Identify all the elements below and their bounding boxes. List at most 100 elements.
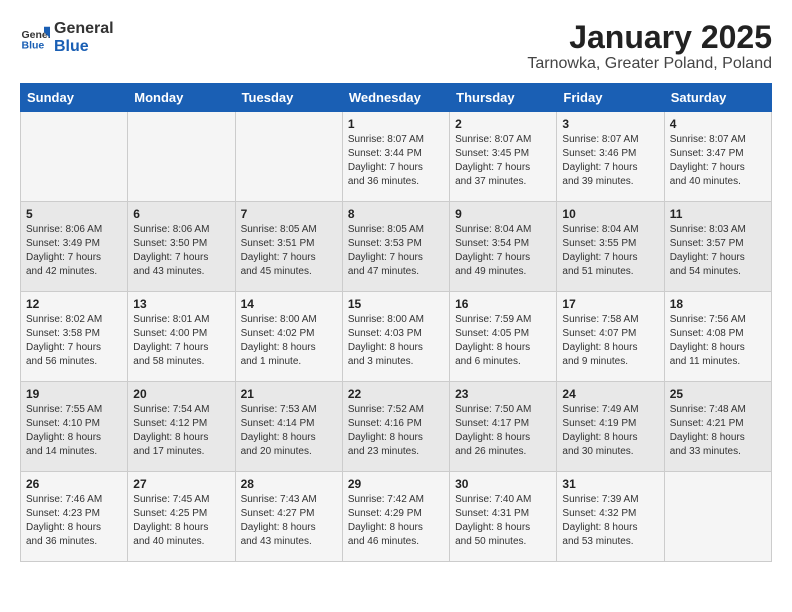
logo-blue-text: Blue <box>54 38 89 55</box>
day-number: 1 <box>348 117 444 131</box>
logo: General Blue General Blue <box>20 20 114 56</box>
day-of-week-header: Friday <box>557 84 664 112</box>
calendar-day-cell: 27Sunrise: 7:45 AM Sunset: 4:25 PM Dayli… <box>128 472 235 562</box>
logo-general-text: General <box>54 20 114 37</box>
calendar-week-row: 26 Sunrise: 7:46 AM Sunset: 4:23 PM Dayli… <box>21 472 772 562</box>
day-number: 3 <box>562 117 658 131</box>
day-number: 7 <box>241 207 337 221</box>
day-number: 14 <box>241 297 337 311</box>
day-info: Sunrise: 7:46 AM Sunset: 4:23 PM Dayligh… <box>26 493 122 549</box>
day-info: Sunrise: 8:03 AM Sunset: 3:57 PM Dayligh… <box>670 223 766 279</box>
day-info: Sunrise: 8:04 AM Sunset: 3:55 PM Dayligh… <box>562 223 658 279</box>
day-info: Sunrise: 7:59 AM Sunset: 4:05 PM Dayligh… <box>455 313 551 369</box>
day-number: 15 <box>348 297 444 311</box>
day-info: Sunrise: 7:52 AM Sunset: 4:16 PM Dayligh… <box>348 403 444 459</box>
day-number: 23 <box>455 387 551 401</box>
day-number: 11 <box>670 207 766 221</box>
day-info: Sunrise: 7:55 AM Sunset: 4:10 PM Dayligh… <box>26 403 122 459</box>
calendar-day-cell: 29Sunrise: 7:42 AM Sunset: 4:29 PM Dayli… <box>342 472 449 562</box>
calendar-day-cell: 11 Sunrise: 8:03 AM Sunset: 3:57 PM Dayli… <box>664 202 771 292</box>
day-info: Sunrise: 7:48 AM Sunset: 4:21 PM Dayligh… <box>670 403 766 459</box>
day-of-week-header: Sunday <box>21 84 128 112</box>
day-number: 16 <box>455 297 551 311</box>
calendar-day-cell: 2Sunrise: 8:07 AM Sunset: 3:45 PM Daylig… <box>450 112 557 202</box>
calendar-day-cell: 22 Sunrise: 7:52 AM Sunset: 4:16 PM Dayli… <box>342 382 449 472</box>
calendar-day-cell: 26 Sunrise: 7:46 AM Sunset: 4:23 PM Dayli… <box>21 472 128 562</box>
calendar-day-cell: 5 Sunrise: 8:06 AM Sunset: 3:49 PM Daylig… <box>21 202 128 292</box>
day-info: Sunrise: 8:04 AM Sunset: 3:54 PM Dayligh… <box>455 223 551 279</box>
day-number: 31 <box>562 477 658 491</box>
calendar-day-cell: 10Sunrise: 8:04 AM Sunset: 3:55 PM Dayli… <box>557 202 664 292</box>
day-number: 21 <box>241 387 337 401</box>
day-info: Sunrise: 8:00 AM Sunset: 4:03 PM Dayligh… <box>348 313 444 369</box>
day-number: 5 <box>26 207 122 221</box>
day-info: Sunrise: 7:53 AM Sunset: 4:14 PM Dayligh… <box>241 403 337 459</box>
day-info: Sunrise: 8:05 AM Sunset: 3:53 PM Dayligh… <box>348 223 444 279</box>
calendar-body: 1 Sunrise: 8:07 AM Sunset: 3:44 PM Daylig… <box>21 112 772 562</box>
day-number: 28 <box>241 477 337 491</box>
day-info: Sunrise: 8:01 AM Sunset: 4:00 PM Dayligh… <box>133 313 229 369</box>
day-number: 30 <box>455 477 551 491</box>
calendar-day-cell <box>235 112 342 202</box>
day-info: Sunrise: 8:05 AM Sunset: 3:51 PM Dayligh… <box>241 223 337 279</box>
day-info: Sunrise: 7:58 AM Sunset: 4:07 PM Dayligh… <box>562 313 658 369</box>
day-info: Sunrise: 7:50 AM Sunset: 4:17 PM Dayligh… <box>455 403 551 459</box>
day-number: 25 <box>670 387 766 401</box>
calendar-day-cell: 8 Sunrise: 8:05 AM Sunset: 3:53 PM Daylig… <box>342 202 449 292</box>
day-number: 22 <box>348 387 444 401</box>
day-number: 17 <box>562 297 658 311</box>
calendar-day-cell: 7 Sunrise: 8:05 AM Sunset: 3:51 PM Daylig… <box>235 202 342 292</box>
calendar-day-cell: 9 Sunrise: 8:04 AM Sunset: 3:54 PM Daylig… <box>450 202 557 292</box>
day-info: Sunrise: 7:56 AM Sunset: 4:08 PM Dayligh… <box>670 313 766 369</box>
day-of-week-header: Tuesday <box>235 84 342 112</box>
calendar-day-cell: 25 Sunrise: 7:48 AM Sunset: 4:21 PM Dayli… <box>664 382 771 472</box>
day-info: Sunrise: 8:06 AM Sunset: 3:50 PM Dayligh… <box>133 223 229 279</box>
day-of-week-header: Thursday <box>450 84 557 112</box>
calendar-day-cell: 24Sunrise: 7:49 AM Sunset: 4:19 PM Dayli… <box>557 382 664 472</box>
calendar-day-cell: 17 Sunrise: 7:58 AM Sunset: 4:07 PM Dayli… <box>557 292 664 382</box>
days-of-week-row: SundayMondayTuesdayWednesdayThursdayFrid… <box>21 84 772 112</box>
day-number: 18 <box>670 297 766 311</box>
calendar-week-row: 12Sunrise: 8:02 AM Sunset: 3:58 PM Dayli… <box>21 292 772 382</box>
calendar-day-cell: 4 Sunrise: 8:07 AM Sunset: 3:47 PM Daylig… <box>664 112 771 202</box>
day-info: Sunrise: 8:06 AM Sunset: 3:49 PM Dayligh… <box>26 223 122 279</box>
day-info: Sunrise: 7:39 AM Sunset: 4:32 PM Dayligh… <box>562 493 658 549</box>
calendar-day-cell: 1 Sunrise: 8:07 AM Sunset: 3:44 PM Daylig… <box>342 112 449 202</box>
title-block: January 2025 Tarnowka, Greater Poland, P… <box>527 20 772 73</box>
day-number: 12 <box>26 297 122 311</box>
calendar-day-cell: 28 Sunrise: 7:43 AM Sunset: 4:27 PM Dayli… <box>235 472 342 562</box>
calendar-table: SundayMondayTuesdayWednesdayThursdayFrid… <box>20 83 772 562</box>
day-number: 24 <box>562 387 658 401</box>
day-number: 6 <box>133 207 229 221</box>
day-number: 26 <box>26 477 122 491</box>
calendar-day-cell: 21 Sunrise: 7:53 AM Sunset: 4:14 PM Dayli… <box>235 382 342 472</box>
day-info: Sunrise: 8:07 AM Sunset: 3:47 PM Dayligh… <box>670 133 766 189</box>
day-of-week-header: Monday <box>128 84 235 112</box>
calendar-week-row: 5 Sunrise: 8:06 AM Sunset: 3:49 PM Daylig… <box>21 202 772 292</box>
day-info: Sunrise: 7:42 AM Sunset: 4:29 PM Dayligh… <box>348 493 444 549</box>
day-info: Sunrise: 7:54 AM Sunset: 4:12 PM Dayligh… <box>133 403 229 459</box>
day-number: 13 <box>133 297 229 311</box>
calendar-header: SundayMondayTuesdayWednesdayThursdayFrid… <box>21 84 772 112</box>
calendar-day-cell <box>21 112 128 202</box>
day-info: Sunrise: 7:43 AM Sunset: 4:27 PM Dayligh… <box>241 493 337 549</box>
day-number: 4 <box>670 117 766 131</box>
calendar-week-row: 1 Sunrise: 8:07 AM Sunset: 3:44 PM Daylig… <box>21 112 772 202</box>
day-number: 20 <box>133 387 229 401</box>
svg-text:Blue: Blue <box>22 40 45 52</box>
calendar-day-cell: 13 Sunrise: 8:01 AM Sunset: 4:00 PM Dayli… <box>128 292 235 382</box>
calendar-day-cell <box>128 112 235 202</box>
day-info: Sunrise: 8:07 AM Sunset: 3:44 PM Dayligh… <box>348 133 444 189</box>
day-number: 8 <box>348 207 444 221</box>
day-info: Sunrise: 8:00 AM Sunset: 4:02 PM Dayligh… <box>241 313 337 369</box>
calendar-day-cell: 16 Sunrise: 7:59 AM Sunset: 4:05 PM Dayli… <box>450 292 557 382</box>
calendar-day-cell: 14 Sunrise: 8:00 AM Sunset: 4:02 PM Dayli… <box>235 292 342 382</box>
day-info: Sunrise: 7:40 AM Sunset: 4:31 PM Dayligh… <box>455 493 551 549</box>
calendar-day-cell: 15 Sunrise: 8:00 AM Sunset: 4:03 PM Dayli… <box>342 292 449 382</box>
calendar-day-cell: 12Sunrise: 8:02 AM Sunset: 3:58 PM Dayli… <box>21 292 128 382</box>
day-of-week-header: Wednesday <box>342 84 449 112</box>
calendar-day-cell: 3Sunrise: 8:07 AM Sunset: 3:46 PM Daylig… <box>557 112 664 202</box>
logo-icon: General Blue <box>20 23 50 53</box>
day-number: 9 <box>455 207 551 221</box>
calendar-title: January 2025 <box>527 20 772 55</box>
